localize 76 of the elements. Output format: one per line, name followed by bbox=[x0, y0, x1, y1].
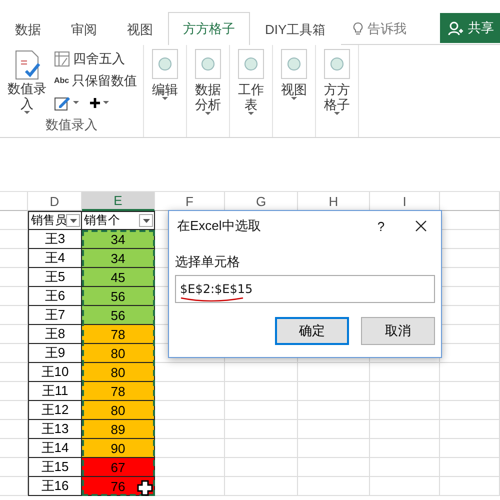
filter-button[interactable] bbox=[139, 214, 153, 227]
pencil-icon bbox=[54, 94, 70, 110]
caret-icon bbox=[103, 101, 109, 104]
ok-button[interactable]: 确定 bbox=[275, 317, 349, 345]
ribbon-button[interactable]: 方方格子 bbox=[316, 45, 360, 137]
table-cell: 56 bbox=[82, 306, 155, 325]
number-entry-button[interactable]: 数值录入 bbox=[6, 49, 48, 116]
ribbon-button[interactable]: 工作表 bbox=[230, 45, 274, 137]
table-cell: 34 bbox=[82, 249, 155, 268]
ribbon-button[interactable]: 四舍五入 bbox=[54, 49, 138, 68]
help-button[interactable]: ? bbox=[361, 218, 401, 234]
share-button[interactable]: 共享 bbox=[440, 13, 500, 43]
table-cell: 王8 bbox=[28, 325, 82, 344]
ribbon-button[interactable]: Abc 只保留数值 bbox=[54, 71, 138, 90]
table-cell: 王15 bbox=[28, 458, 82, 477]
table-cell: 80 bbox=[82, 363, 155, 382]
table-cell: 王5 bbox=[28, 268, 82, 287]
circle-icon bbox=[330, 57, 344, 71]
caret-icon bbox=[162, 97, 168, 100]
cancel-button[interactable]: 取消 bbox=[361, 317, 435, 345]
table-cell: 王3 bbox=[28, 230, 82, 249]
table-icon bbox=[54, 50, 70, 66]
table-cell: 王4 bbox=[28, 249, 82, 268]
ribbon-tab[interactable]: 方方格子 bbox=[168, 12, 250, 45]
table-cell: 89 bbox=[82, 420, 155, 439]
cell-cursor-icon bbox=[137, 480, 153, 496]
group-label: 数值录入 bbox=[44, 116, 99, 134]
column-header[interactable]: E bbox=[82, 192, 155, 211]
circle-icon bbox=[158, 57, 172, 71]
circle-icon bbox=[201, 57, 216, 71]
caret-down-icon bbox=[142, 218, 150, 222]
table-cell: 78 bbox=[82, 325, 155, 344]
caret-icon bbox=[334, 112, 340, 115]
table-cell: 80 bbox=[82, 401, 155, 420]
table-cell: 王7 bbox=[28, 306, 82, 325]
dialog-title: 在Excel中选取 bbox=[177, 217, 262, 235]
filter-button[interactable] bbox=[66, 214, 80, 227]
ribbon-button[interactable]: 数据分析 bbox=[187, 45, 230, 137]
table-cell: 34 bbox=[82, 230, 155, 249]
table-cell: 王13 bbox=[28, 420, 82, 439]
column-header[interactable]: F bbox=[155, 192, 225, 211]
range-input-field[interactable]: $E$2:$E$15 bbox=[175, 275, 435, 303]
caret-icon bbox=[73, 101, 79, 104]
lightbulb-icon bbox=[352, 22, 363, 35]
table-cell: 67 bbox=[82, 458, 155, 477]
table-header-cell: 销售员 bbox=[31, 212, 67, 229]
table-cell: 90 bbox=[82, 439, 155, 458]
close-icon bbox=[415, 220, 427, 232]
table-cell: 王11 bbox=[28, 382, 82, 401]
ribbon-button[interactable]: 编辑 bbox=[144, 45, 188, 137]
table-cell: 王14 bbox=[28, 439, 82, 458]
table-cell: 王12 bbox=[28, 401, 82, 420]
table-cell: 45 bbox=[82, 268, 155, 287]
table-cell: 56 bbox=[82, 287, 155, 306]
table-header-cell: 销售个 bbox=[84, 212, 120, 229]
caret-icon bbox=[248, 112, 254, 115]
column-header[interactable]: D bbox=[28, 192, 82, 211]
table-cell: 王9 bbox=[28, 344, 82, 363]
caret-icon bbox=[205, 112, 212, 115]
table-cell: 78 bbox=[82, 382, 155, 401]
circle-icon bbox=[244, 57, 258, 71]
tell-me-field[interactable]: 告诉我 bbox=[340, 13, 419, 44]
table-cell: 王6 bbox=[28, 287, 82, 306]
pen-underline-drawing bbox=[180, 296, 244, 302]
caret-icon bbox=[24, 111, 30, 114]
caret-down-icon bbox=[70, 218, 76, 222]
circle-icon bbox=[287, 57, 302, 71]
ribbon-button[interactable]: 视图 bbox=[273, 45, 316, 137]
table-cell: 80 bbox=[82, 344, 155, 363]
caret-icon bbox=[291, 97, 298, 100]
table-cell: 王16 bbox=[28, 477, 82, 496]
person-add-icon bbox=[448, 20, 464, 36]
plus-icon bbox=[90, 98, 100, 108]
table-cell: 王10 bbox=[28, 363, 82, 382]
abc-icon: Abc bbox=[54, 76, 70, 85]
field-label: 选择单元格 bbox=[175, 253, 240, 271]
